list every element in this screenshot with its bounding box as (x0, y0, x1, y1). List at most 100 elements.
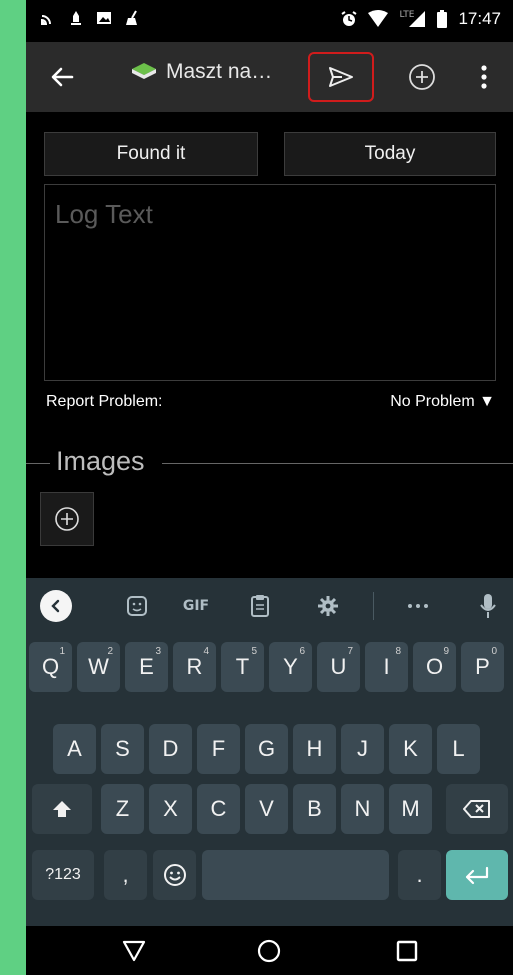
key-g[interactable]: G (245, 724, 288, 774)
more-vert-icon[interactable] (474, 62, 494, 92)
chevron-left-icon (51, 599, 60, 613)
green-book-icon (132, 63, 156, 79)
key-w[interactable]: W2 (77, 642, 120, 692)
key-label: , (122, 862, 129, 887)
problem-dropdown[interactable]: No Problem ▼ (390, 393, 495, 411)
status-bar: LTE 17:47 (26, 0, 513, 42)
sticker-button[interactable] (121, 590, 153, 622)
key-i[interactable]: I8 (365, 642, 408, 692)
divider (26, 463, 50, 464)
key-k[interactable]: K (389, 724, 432, 774)
enter-icon (465, 866, 489, 885)
home-circle-icon[interactable] (256, 938, 282, 964)
key-label: W (88, 654, 109, 679)
key-hint: 0 (491, 646, 497, 657)
backspace-key[interactable] (446, 784, 508, 834)
key-hint: 8 (395, 646, 401, 657)
symbols-key[interactable]: ?123 (32, 850, 94, 900)
key-label: M (401, 796, 420, 821)
key-n[interactable]: N (341, 784, 384, 834)
key-t[interactable]: T5 (221, 642, 264, 692)
log-text-field[interactable]: Log Text (44, 184, 496, 381)
key-label: V (259, 796, 274, 821)
key-y[interactable]: Y6 (269, 642, 312, 692)
key-j[interactable]: J (341, 724, 384, 774)
battery-icon (437, 10, 448, 28)
enter-key[interactable] (446, 850, 508, 900)
emoji-icon (163, 864, 186, 886)
gif-button[interactable]: GIF (176, 590, 216, 622)
key-label: K (403, 736, 418, 761)
log-date-button[interactable]: Today (284, 132, 496, 176)
gear-icon (318, 596, 338, 616)
key-a[interactable]: A (53, 724, 96, 774)
clipboard-button[interactable] (244, 590, 276, 622)
shift-key[interactable] (32, 784, 92, 834)
page-title: Maszt na… (166, 60, 273, 83)
keyboard-back-button[interactable] (40, 590, 72, 622)
more-icon (408, 604, 428, 608)
key-e[interactable]: E3 (125, 642, 168, 692)
key-u[interactable]: U7 (317, 642, 360, 692)
key-p[interactable]: P0 (461, 642, 504, 692)
key-label: U (330, 654, 347, 679)
key-l[interactable]: L (437, 724, 480, 774)
key-label: X (163, 796, 178, 821)
key-x[interactable]: X (149, 784, 192, 834)
arrow-left-icon[interactable] (48, 62, 78, 92)
cell-signal-icon (409, 11, 426, 27)
key-o[interactable]: O9 (413, 642, 456, 692)
key-label: T (235, 654, 250, 679)
add-image-button[interactable] (40, 492, 94, 546)
key-v[interactable]: V (245, 784, 288, 834)
key-label: ?123 (45, 866, 81, 883)
key-hint: 5 (251, 646, 257, 657)
key-label: S (115, 736, 130, 761)
key-hint: 6 (299, 646, 305, 657)
key-label: H (306, 736, 323, 761)
plus-circle-icon[interactable] (407, 62, 437, 92)
key-h[interactable]: H (293, 724, 336, 774)
key-label: . (416, 862, 423, 887)
send-icon (329, 67, 353, 87)
key-d[interactable]: D (149, 724, 192, 774)
key-b[interactable]: B (293, 784, 336, 834)
send-button[interactable] (308, 52, 374, 102)
key-r[interactable]: R4 (173, 642, 216, 692)
settings-button[interactable] (312, 590, 344, 622)
key-label: G (257, 736, 276, 761)
mic-icon (480, 594, 496, 618)
space-key[interactable] (202, 850, 389, 900)
app-toolbar: Maszt na… (26, 42, 513, 112)
key-label: F (211, 736, 226, 761)
key-f[interactable]: F (197, 724, 240, 774)
period-key[interactable]: . (398, 850, 441, 900)
key-hint: 9 (443, 646, 449, 657)
key-c[interactable]: C (197, 784, 240, 834)
backspace-icon (463, 800, 490, 818)
comma-key[interactable]: , (104, 850, 147, 900)
more-button[interactable] (402, 590, 434, 622)
back-triangle-icon[interactable] (121, 938, 147, 964)
plus-circle-icon (55, 507, 79, 531)
key-hint: 1 (59, 646, 65, 657)
key-z[interactable]: Z (101, 784, 144, 834)
key-label: Z (115, 796, 130, 821)
clipboard-icon (251, 595, 269, 617)
recents-square-icon[interactable] (394, 938, 420, 964)
log-type-button[interactable]: Found it (44, 132, 258, 176)
key-s[interactable]: S (101, 724, 144, 774)
title-area: Maszt na… (130, 60, 272, 84)
keyboard: GIF Q1W2E3R4T5Y6U7I8O9P0ASDFGHJKLZXCVBNM… (26, 578, 513, 926)
key-label: D (162, 736, 179, 761)
wifi-call-icon (41, 15, 51, 25)
clock: 17:47 (458, 9, 501, 28)
key-label: R (186, 654, 203, 679)
key-hint: 2 (107, 646, 113, 657)
key-label: N (354, 796, 371, 821)
key-q[interactable]: Q1 (29, 642, 72, 692)
phone-screen: LTE 17:47 Maszt na… Found it Today Log T… (26, 0, 513, 975)
emoji-key[interactable] (153, 850, 196, 900)
key-m[interactable]: M (389, 784, 432, 834)
mic-button[interactable] (472, 590, 504, 622)
